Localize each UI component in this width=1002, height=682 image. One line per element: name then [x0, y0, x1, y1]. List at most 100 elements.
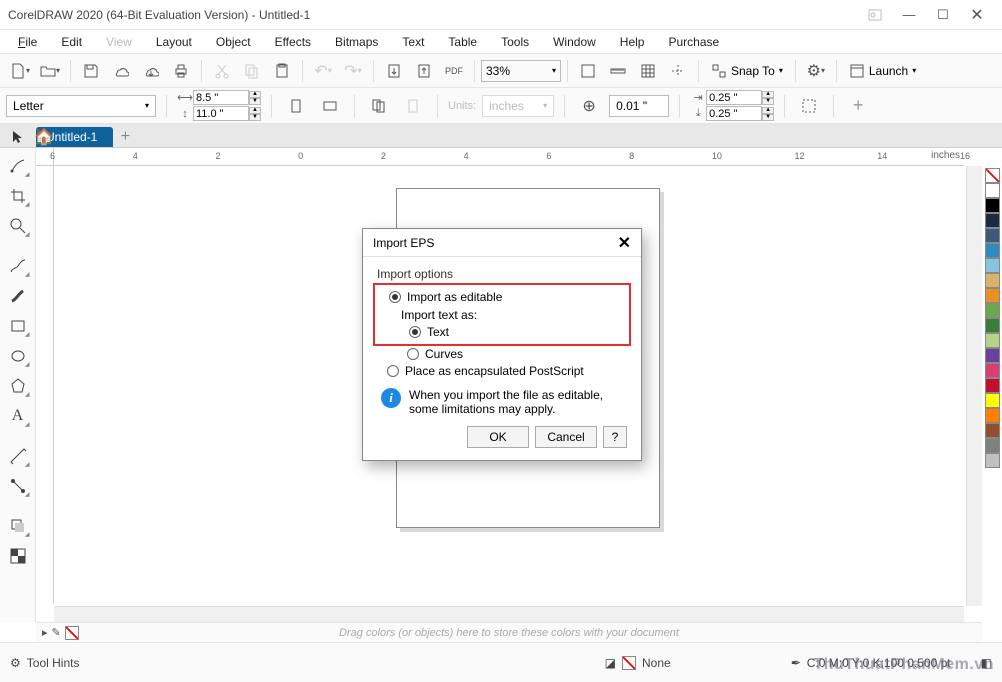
- ruler-horizontal[interactable]: inches 6420246810121416: [54, 148, 964, 166]
- color-swatch[interactable]: [985, 348, 1000, 363]
- transparency-icon[interactable]: [4, 542, 32, 570]
- menu-table[interactable]: Table: [438, 33, 487, 51]
- menu-object[interactable]: Object: [206, 33, 261, 51]
- grid-icon[interactable]: [634, 57, 662, 85]
- print-icon[interactable]: [167, 57, 195, 85]
- color-swatch[interactable]: [985, 363, 1000, 378]
- scrollbar-vertical[interactable]: [966, 166, 982, 606]
- new-icon[interactable]: ▾: [6, 57, 34, 85]
- maximize-button[interactable]: ☐: [926, 3, 960, 27]
- contact-icon[interactable]: [858, 3, 892, 27]
- color-swatch[interactable]: [985, 438, 1000, 453]
- rulers-icon[interactable]: [604, 57, 632, 85]
- cancel-button[interactable]: Cancel: [535, 426, 597, 448]
- import-encapsulated-radio[interactable]: Place as encapsulated PostScript: [387, 364, 627, 378]
- artistic-media-icon[interactable]: [4, 282, 32, 310]
- close-button[interactable]: ✕: [960, 3, 994, 27]
- menu-effects[interactable]: Effects: [265, 33, 321, 51]
- cloud-save-icon[interactable]: [107, 57, 135, 85]
- eyedropper-icon[interactable]: ✎: [52, 626, 61, 640]
- color-swatch[interactable]: [985, 453, 1000, 468]
- export-icon[interactable]: [410, 57, 438, 85]
- polygon-tool-icon[interactable]: ◢: [4, 372, 32, 400]
- fill-swatch-icon[interactable]: ◪: [605, 656, 616, 670]
- ok-button[interactable]: OK: [467, 426, 529, 448]
- menu-edit[interactable]: Edit: [51, 33, 92, 51]
- gear-icon[interactable]: ⚙: [10, 656, 21, 670]
- color-swatch[interactable]: [985, 408, 1000, 423]
- save-icon[interactable]: [77, 57, 105, 85]
- dup-x-input[interactable]: [706, 90, 762, 105]
- nudge-input[interactable]: 0.01 ": [609, 95, 669, 117]
- no-color-swatch[interactable]: [65, 626, 79, 640]
- page-width-input[interactable]: [193, 90, 249, 105]
- document-palette[interactable]: ▸ ✎ Drag colors (or objects) here to sto…: [36, 622, 982, 642]
- page-height-input[interactable]: [193, 106, 249, 121]
- menu-help[interactable]: Help: [610, 33, 655, 51]
- all-pages-icon[interactable]: [365, 92, 393, 120]
- import-editable-radio[interactable]: Import as editable: [389, 290, 625, 304]
- ellipse-tool-icon[interactable]: ◢: [4, 342, 32, 370]
- portrait-icon[interactable]: [282, 92, 310, 120]
- no-fill-swatch[interactable]: [622, 656, 636, 670]
- color-swatch[interactable]: [985, 288, 1000, 303]
- color-swatch[interactable]: [985, 303, 1000, 318]
- dialog-close-button[interactable]: ✕: [618, 233, 631, 253]
- color-swatch[interactable]: [985, 258, 1000, 273]
- add-tab-button[interactable]: +: [115, 127, 135, 147]
- add-button-icon[interactable]: +: [844, 92, 872, 120]
- pdf-icon[interactable]: PDF: [440, 57, 468, 85]
- menu-layout[interactable]: Layout: [146, 33, 202, 51]
- menu-purchase[interactable]: Purchase: [658, 33, 729, 51]
- color-swatch[interactable]: [985, 198, 1000, 213]
- duplicate-distance[interactable]: ⇥▲▼ ⤓▲▼: [690, 90, 774, 122]
- guidelines-icon[interactable]: [664, 57, 692, 85]
- open-icon[interactable]: ▾: [36, 57, 64, 85]
- zoom-combo[interactable]: 33%▾: [481, 60, 561, 82]
- import-text-radio[interactable]: Text: [409, 325, 625, 339]
- launch-combo[interactable]: Launch▾: [843, 63, 922, 79]
- minimize-button[interactable]: —: [892, 3, 926, 27]
- shape-tool-icon[interactable]: ◢: [4, 152, 32, 180]
- cloud-open-icon[interactable]: [137, 57, 165, 85]
- color-swatch[interactable]: [985, 378, 1000, 393]
- fullscreen-icon[interactable]: [574, 57, 602, 85]
- zoom-tool-icon[interactable]: ◢: [4, 212, 32, 240]
- no-color-swatch[interactable]: [985, 168, 1000, 183]
- treat-as-filled-icon[interactable]: [795, 92, 823, 120]
- import-icon[interactable]: [380, 57, 408, 85]
- menu-tools[interactable]: Tools: [491, 33, 539, 51]
- snap-to-combo[interactable]: Snap To▾: [705, 63, 789, 79]
- text-tool-icon[interactable]: A◢: [4, 402, 32, 430]
- landscape-icon[interactable]: [316, 92, 344, 120]
- crop-tool-icon[interactable]: ◢: [4, 182, 32, 210]
- color-palette[interactable]: [982, 148, 1002, 622]
- options-icon[interactable]: ⚙▾: [802, 57, 830, 85]
- color-swatch[interactable]: [985, 183, 1000, 198]
- menu-file[interactable]: File: [8, 33, 47, 51]
- color-swatch[interactable]: [985, 333, 1000, 348]
- color-swatch[interactable]: [985, 318, 1000, 333]
- palette-menu-icon[interactable]: ▸: [42, 626, 48, 640]
- welcome-icon[interactable]: 🏠: [34, 127, 54, 147]
- help-button[interactable]: ?: [603, 426, 627, 448]
- connector-tool-icon[interactable]: ◢: [4, 472, 32, 500]
- pick-tool-shortcut-icon[interactable]: [8, 127, 28, 147]
- drop-shadow-icon[interactable]: ◢: [4, 512, 32, 540]
- menu-window[interactable]: Window: [543, 33, 606, 51]
- color-swatch[interactable]: [985, 423, 1000, 438]
- menu-text[interactable]: Text: [392, 33, 434, 51]
- menu-view[interactable]: View: [96, 33, 142, 51]
- dup-y-input[interactable]: [706, 106, 762, 121]
- menu-bitmaps[interactable]: Bitmaps: [325, 33, 388, 51]
- page-dimensions[interactable]: ⟷▲▼ ↕▲▼: [177, 90, 261, 122]
- color-swatch[interactable]: [985, 393, 1000, 408]
- color-swatch[interactable]: [985, 273, 1000, 288]
- color-swatch[interactable]: [985, 213, 1000, 228]
- dimension-tool-icon[interactable]: ◢: [4, 442, 32, 470]
- rectangle-tool-icon[interactable]: ◢: [4, 312, 32, 340]
- scrollbar-horizontal[interactable]: [54, 606, 964, 622]
- import-curves-radio[interactable]: Curves: [407, 347, 627, 361]
- ruler-vertical[interactable]: [36, 166, 54, 604]
- freehand-tool-icon[interactable]: ◢: [4, 252, 32, 280]
